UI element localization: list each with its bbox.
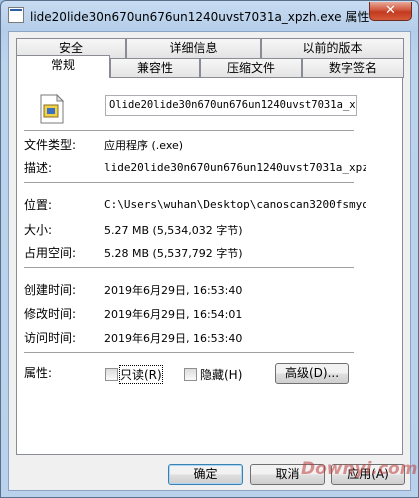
file-type-value: 应用程序 (.exe): [104, 139, 184, 152]
created-label: 创建时间:: [24, 283, 77, 297]
description-value: lide20lide30n670un676un1240uvst7031a_xpz…: [104, 161, 366, 174]
size-value: 5.27 MB (5,534,032 字节): [104, 224, 243, 237]
modified-value: 2019年6月29日, 16:54:01: [104, 308, 243, 321]
tab-general[interactable]: 常规: [16, 55, 110, 78]
size-on-disk-label: 占用空间:: [24, 246, 77, 260]
tab-label: 以前的版本: [302, 41, 363, 55]
tab-digital-signatures[interactable]: 数字签名: [302, 58, 404, 78]
size-label: 大小:: [24, 223, 53, 237]
exe-file-icon: [8, 7, 24, 23]
readonly-checkbox[interactable]: [105, 368, 118, 381]
tab-label: 兼容性: [136, 61, 173, 75]
tab-label: 安全: [58, 41, 83, 55]
accessed-label: 访问时间:: [24, 331, 77, 345]
description-label: 描述:: [24, 161, 53, 175]
created-value: 2019年6月29日, 16:53:40: [104, 284, 243, 297]
size-on-disk-value: 5.28 MB (5,537,792 字节): [104, 247, 243, 260]
location-value: C:\Users\wuhan\Desktop\canoscan3200fsmyq…: [104, 198, 366, 211]
close-icon: ✕: [385, 3, 396, 18]
location-label: 位置:: [24, 198, 53, 212]
separator: [24, 352, 354, 353]
file-name-input[interactable]: Olide20lide30n670un676un1240uvst7031a_xp…: [105, 95, 357, 116]
hidden-checkbox[interactable]: [184, 368, 197, 381]
ok-button[interactable]: 确定: [168, 464, 243, 485]
advanced-button[interactable]: 高级(D)...: [275, 363, 349, 384]
watermark: Downyi.com: [301, 459, 418, 479]
file-type-label: 文件类型:: [24, 138, 77, 152]
tab-previous-versions[interactable]: 以前的版本: [261, 38, 404, 58]
tab-compatibility[interactable]: 兼容性: [110, 58, 200, 78]
separator: [24, 267, 354, 268]
title-bar[interactable]: lide20lide30n670un676un1240uvst7031a_xpz…: [1, 1, 418, 31]
tab-label: 常规: [50, 58, 75, 72]
tab-archive[interactable]: 压缩文件: [200, 58, 302, 78]
application-file-icon: [40, 94, 65, 124]
hidden-checkbox-label[interactable]: 隐藏(H): [200, 366, 242, 383]
tab-label: 压缩文件: [226, 61, 275, 75]
tab-label: 数字签名: [328, 61, 377, 75]
readonly-checkbox-label[interactable]: 只读(R): [119, 365, 163, 384]
tab-label: 详细信息: [169, 41, 218, 55]
accessed-value: 2019年6月29日, 16:53:40: [104, 332, 243, 345]
tab-details[interactable]: 详细信息: [126, 38, 261, 58]
window-title: lide20lide30n670un676un1240uvst7031a_xpz…: [30, 10, 370, 24]
dialog-client-area: 安全 详细信息 以前的版本 常规 兼容性 压缩文件 数字签名 Olide20li…: [8, 31, 411, 491]
separator: [24, 182, 354, 183]
modified-label: 修改时间:: [24, 307, 77, 321]
attributes-label: 属性:: [24, 366, 53, 380]
general-tab-panel: Olide20lide30n670un676un1240uvst7031a_xp…: [16, 77, 403, 455]
properties-window: lide20lide30n670un676un1240uvst7031a_xpz…: [0, 0, 419, 498]
separator: [24, 130, 354, 131]
close-button[interactable]: ✕: [369, 2, 412, 21]
